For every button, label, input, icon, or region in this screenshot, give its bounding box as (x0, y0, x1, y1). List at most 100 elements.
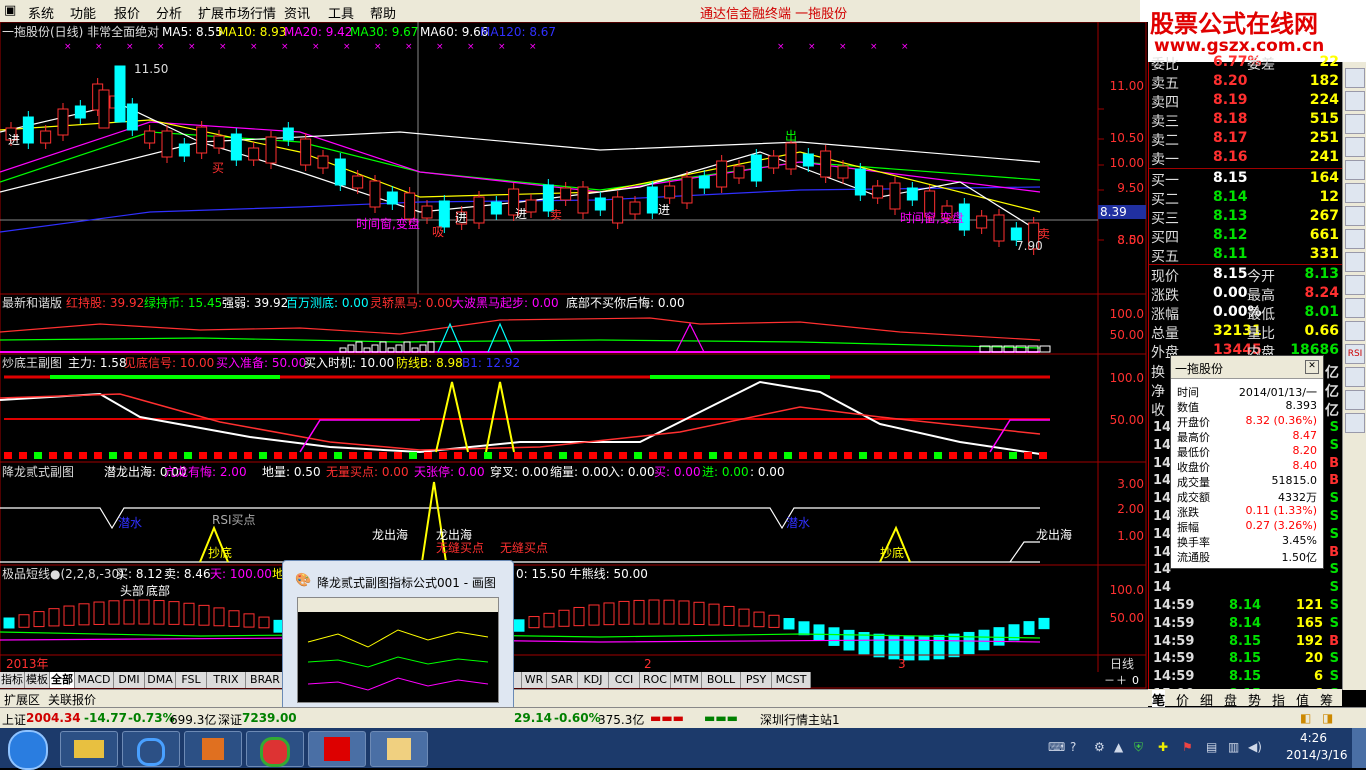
sz-index-label: 深证 (218, 713, 243, 727)
indicator-tab-boll[interactable]: BOLL (702, 672, 741, 688)
indicator-tab-fsl[interactable]: FSL (176, 672, 207, 688)
keyboard-icon[interactable]: ⌨ (1048, 740, 1065, 754)
toolbar-button[interactable] (1345, 252, 1365, 272)
device-icon[interactable]: ▤ (1206, 740, 1217, 754)
toolbar-button[interactable] (1345, 321, 1365, 341)
indicator-tab-brar[interactable]: BRAR (246, 672, 285, 688)
chart-canvas[interactable]: 一拖股份(日线) 非常全面绝对 MA5: 8.55MA10: 8.93MA20: … (0, 21, 1148, 690)
indicator-tab-模板[interactable]: 模板 (25, 672, 50, 688)
show-desktop-button[interactable] (1352, 728, 1366, 768)
tooltip-header[interactable]: 一拖股份 ✕ (1171, 356, 1323, 379)
ie-taskbar-icon[interactable] (122, 731, 180, 767)
gear-icon[interactable]: ⚙ (1094, 740, 1105, 754)
chart-area[interactable]: 一拖股份(日线) 非常全面绝对 MA5: 8.55 MA10: 8.93 MA20: … (0, 21, 1148, 690)
signal-x-marker: × (839, 42, 847, 52)
indicator-tab-全部[interactable]: 全部 (50, 672, 75, 688)
tick-time: 14 (1153, 455, 1172, 471)
tab-related-quotes[interactable]: 关联报价 (48, 691, 96, 708)
menu-item-analysis[interactable]: 分析 (156, 3, 182, 22)
toolbar-button[interactable] (1345, 275, 1365, 295)
extension-row: 扩展区 关联报价 (0, 689, 1148, 707)
chrome-taskbar-icon[interactable] (246, 731, 304, 767)
start-button[interactable] (8, 730, 48, 770)
toolbar-button[interactable] (1345, 413, 1365, 433)
indicator-tab-mtm[interactable]: MTM (671, 672, 702, 688)
volume-icon[interactable]: ◀) (1248, 740, 1262, 754)
menu-item-extended-market[interactable]: 扩展市场行情 (198, 3, 276, 22)
signal-x-marker: × (95, 42, 103, 52)
signal-x-marker: × (250, 42, 258, 52)
toolbar-button[interactable] (1345, 160, 1365, 180)
network-icon[interactable]: ▥ (1228, 740, 1239, 754)
close-icon[interactable]: ✕ (1305, 360, 1319, 374)
data-tooltip-window[interactable]: 一拖股份 ✕ 时间 2014/01/13/一 数值 8.393 开盘价 8.32 (0.3… (1170, 355, 1324, 569)
p2-volume-bar (419, 344, 427, 353)
toolbar-button[interactable] (1345, 68, 1365, 88)
p3-signal-block (409, 452, 417, 459)
toolbar-button[interactable] (1345, 206, 1365, 226)
indicator-tab-kdj[interactable]: KDJ (578, 672, 609, 688)
indicator-tab-wr[interactable]: WR (522, 672, 547, 688)
indicator-tab-psy[interactable]: PSY (741, 672, 772, 688)
menu-item-news[interactable]: 资讯 (284, 3, 310, 22)
tray-icon-b[interactable]: ◨ (1322, 711, 1333, 725)
toolbar-button[interactable] (1345, 367, 1365, 387)
tooltip-value: 4332万 (1278, 491, 1317, 504)
indicator-tab-dmi[interactable]: DMI (114, 672, 145, 688)
tdx-taskbar-icon[interactable] (308, 731, 366, 767)
menu-item-help[interactable]: 帮助 (370, 3, 396, 22)
toolbar-button[interactable] (1345, 229, 1365, 249)
candle-body (230, 133, 242, 161)
shield-icon[interactable]: ⛨ (1134, 740, 1143, 755)
toolbar-button[interactable] (1345, 183, 1365, 203)
media-player-taskbar-icon[interactable] (184, 731, 242, 767)
tooltip-row: 流通股 1.50亿 (1171, 549, 1323, 564)
signal-x-marker: × (374, 42, 382, 52)
menu-item-tools[interactable]: 工具 (328, 3, 354, 22)
toolbar-button[interactable] (1345, 91, 1365, 111)
paint-taskbar-icon[interactable] (370, 731, 428, 767)
toolbar-button[interactable] (1345, 137, 1365, 157)
menu-item-function[interactable]: 功能 (70, 3, 96, 22)
panel5-label-top: 头部 (120, 583, 144, 598)
indicator-tab-macd[interactable]: MACD (75, 672, 114, 688)
indicator-tab-mcst[interactable]: MCST (772, 672, 811, 688)
indicator-tab-指标[interactable]: 指标 (0, 672, 25, 688)
menu-item-system[interactable]: 系统 (28, 3, 54, 22)
flag-icon[interactable]: ⚑ (1182, 740, 1193, 754)
toolbar-button[interactable]: RSI (1345, 344, 1365, 364)
indicator-tab-sar[interactable]: SAR (547, 672, 578, 688)
indicator-tab-dma[interactable]: DMA (145, 672, 176, 688)
help-icon[interactable]: ? (1070, 740, 1076, 754)
app-icon[interactable]: ▣ (4, 3, 16, 18)
p5-bar (603, 602, 615, 626)
toolbar-button[interactable] (1345, 298, 1365, 318)
tray-icon-a[interactable]: ◧ (1300, 711, 1311, 725)
p5-bar (588, 604, 600, 626)
tick-volume: 192 (1295, 633, 1323, 649)
p5-bar (243, 613, 255, 628)
paint-icon: 🎨 (295, 573, 312, 588)
chevron-up-icon[interactable]: ▲ (1114, 740, 1123, 754)
plus-icon[interactable]: ✚ (1158, 740, 1168, 754)
sh-index-label: 上证 (2, 713, 27, 727)
indicator-tab-trix[interactable]: TRIX (207, 672, 246, 688)
toolbar-button[interactable] (1345, 390, 1365, 410)
indicator-tab-cci[interactable]: CCI (609, 672, 640, 688)
clock-date[interactable]: 2014/3/16 (1286, 748, 1348, 762)
indicator-tab-roc[interactable]: ROC (640, 672, 671, 688)
panel2-header-item: 灵轿黑马: 0.00 (370, 295, 453, 310)
toolbar-button[interactable] (1345, 114, 1365, 134)
p3-signal-block (679, 452, 687, 459)
clock-time[interactable]: 4:26 (1300, 731, 1327, 745)
tab-extension-area[interactable]: 扩展区 (4, 691, 40, 708)
menu-item-quote[interactable]: 报价 (114, 3, 140, 22)
tooltip-row: 成交额 4332万 (1171, 489, 1323, 504)
p3-signal-block (94, 452, 102, 459)
panel2-header-item: 绿持币: 15.45 (144, 295, 222, 310)
panel3-header-item: 主力: 1.58 (68, 356, 127, 370)
taskbar-thumbnail-preview[interactable]: 🎨 降龙贰式副图指标公式001 - 画图 (282, 560, 514, 712)
explorer-taskbar-icon[interactable] (60, 731, 118, 767)
p3-green-segment (650, 375, 830, 379)
candle-body (404, 192, 416, 220)
